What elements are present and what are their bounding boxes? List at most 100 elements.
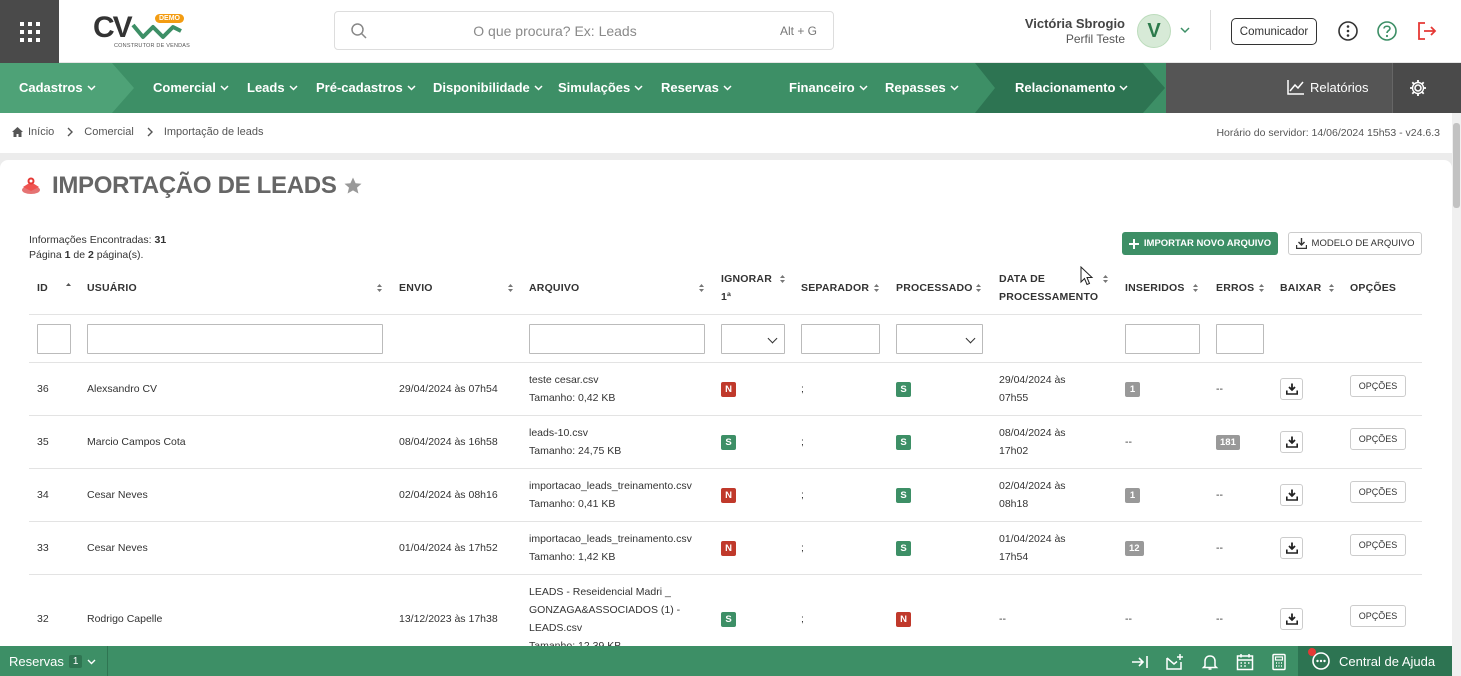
results-info: Informações Encontradas: 31 Página 1 de … <box>29 234 167 261</box>
search-input[interactable] <box>395 20 715 42</box>
breadcrumb-bar: Início Comercial Importação de leads Hor… <box>0 113 1452 153</box>
search-box[interactable]: Alt + G <box>334 11 834 50</box>
filter-arquivo-input[interactable] <box>529 324 705 354</box>
sort-icon[interactable] <box>1258 283 1265 293</box>
comunicador-button[interactable]: Comunicador <box>1231 18 1317 45</box>
filter-processado-select[interactable] <box>896 324 983 354</box>
filter-ignorar-select[interactable] <box>721 324 785 354</box>
col-header-inseridos[interactable]: INSERIDOS <box>1125 279 1185 297</box>
nav-disponibilidade[interactable]: Disponibilidade <box>433 63 543 113</box>
chevron-down-icon[interactable] <box>1180 25 1190 35</box>
star-icon[interactable] <box>343 176 363 196</box>
options-button[interactable]: OPÇÕES <box>1350 428 1406 450</box>
chevron-right-icon <box>67 127 74 137</box>
nav-leads[interactable]: Leads <box>247 63 298 113</box>
chevron-down-icon <box>950 85 959 91</box>
logout-icon[interactable] <box>1416 20 1438 42</box>
breadcrumb-current: Importação de leads <box>163 126 264 138</box>
nav-relatorios[interactable]: Relatórios <box>1287 63 1369 113</box>
help-center-button[interactable]: Central de Ajuda <box>1298 646 1452 676</box>
calculator-icon[interactable] <box>1270 653 1288 671</box>
filter-erros-input[interactable] <box>1216 324 1264 354</box>
chevron-down-icon <box>1119 85 1128 91</box>
sort-icon[interactable] <box>376 283 383 293</box>
import-file-button[interactable]: IMPORTAR NOVO ARQUIVO <box>1122 232 1278 255</box>
download-button[interactable] <box>1280 378 1303 400</box>
breadcrumb-home[interactable]: Início <box>28 126 54 138</box>
nav-pre-cadastros[interactable]: Pré-cadastros <box>316 63 416 113</box>
header-divider <box>1210 10 1211 50</box>
cell-separador: ; <box>801 489 804 501</box>
download-button[interactable] <box>1280 484 1303 506</box>
options-button[interactable]: OPÇÕES <box>1350 605 1406 627</box>
options-button[interactable]: OPÇÕES <box>1350 481 1406 503</box>
download-button[interactable] <box>1280 431 1303 453</box>
sort-icon[interactable] <box>873 283 880 293</box>
breadcrumb-section[interactable]: Comercial <box>84 126 134 138</box>
sort-icon[interactable] <box>507 283 514 293</box>
sort-icon[interactable] <box>1192 283 1199 293</box>
badge-inseridos: 1 <box>1125 488 1140 503</box>
col-header-processado[interactable]: PROCESSADO <box>896 279 973 297</box>
help-icon[interactable] <box>1376 20 1398 42</box>
options-button[interactable]: OPÇÕES <box>1350 375 1406 397</box>
sort-icon[interactable] <box>1328 283 1335 293</box>
nav-repasses[interactable]: Repasses <box>885 63 959 113</box>
cell-usuario: Cesar Neves <box>87 542 148 554</box>
nav-relacionamento[interactable]: Relacionamento <box>1015 63 1128 113</box>
logo-text: CV <box>93 11 133 44</box>
file-model-button[interactable]: MODELO DE ARQUIVO <box>1288 232 1422 255</box>
col-header-ignorar[interactable]: IGNORAR 1ª <box>721 270 772 306</box>
apps-grid-button[interactable] <box>0 0 59 63</box>
download-button[interactable] <box>1280 608 1303 630</box>
cell-data-hora: 17h54 <box>999 551 1029 563</box>
gear-icon[interactable] <box>1409 79 1427 97</box>
download-button[interactable] <box>1280 537 1303 559</box>
cell-data-hora: 17h02 <box>999 445 1029 457</box>
nav-cadastros[interactable]: Cadastros <box>19 63 96 113</box>
footer-reservas[interactable]: Reservas 1 <box>0 646 108 676</box>
cell-usuario: Cesar Neves <box>87 489 148 501</box>
logo[interactable]: CV DEMO CONSTRUTOR DE VENDAS <box>93 11 190 51</box>
cell-separador: ; <box>801 613 804 625</box>
badge-ignorar: N <box>721 382 736 397</box>
filter-inseridos-input[interactable] <box>1125 324 1200 354</box>
more-options-icon[interactable] <box>1337 20 1359 42</box>
col-header-arquivo[interactable]: ARQUIVO <box>529 279 579 297</box>
col-header-erros[interactable]: ERROS <box>1216 279 1254 297</box>
collapse-right-icon[interactable] <box>1131 653 1149 671</box>
scrollbar[interactable] <box>1452 113 1461 676</box>
options-button[interactable]: OPÇÕES <box>1350 534 1406 556</box>
sort-icon[interactable] <box>698 283 705 293</box>
col-header-envio[interactable]: ENVIO <box>399 279 433 297</box>
sort-icon[interactable] <box>975 283 982 293</box>
nav-financeiro[interactable]: Financeiro <box>789 63 868 113</box>
col-header-id[interactable]: ID <box>37 279 48 297</box>
avatar[interactable]: V <box>1137 14 1171 48</box>
home-icon[interactable] <box>11 126 24 138</box>
filter-id-input[interactable] <box>37 324 71 354</box>
cell-envio: 29/04/2024 às 07h54 <box>399 383 498 395</box>
mail-add-icon[interactable] <box>1166 653 1184 671</box>
filter-separador-input[interactable] <box>801 324 880 354</box>
cell-arquivo: importacao_leads_treinamento.csv <box>529 480 692 492</box>
col-header-usuario[interactable]: USUÁRIO <box>87 279 137 297</box>
bell-icon[interactable] <box>1201 653 1219 671</box>
col-header-opcoes: OPÇÕES <box>1350 282 1397 294</box>
cell-data: 08/04/2024 às <box>999 427 1066 439</box>
sort-icon[interactable] <box>779 274 786 284</box>
nav-reservas[interactable]: Reservas <box>661 63 732 113</box>
download-icon <box>1285 542 1298 554</box>
filter-usuario-input[interactable] <box>87 324 383 354</box>
calendar-icon[interactable] <box>1236 653 1254 671</box>
nav-comercial[interactable]: Comercial <box>153 63 229 113</box>
col-header-separador[interactable]: SEPARADOR <box>801 279 869 297</box>
sort-asc-icon[interactable] <box>65 282 72 292</box>
download-icon <box>1285 613 1298 625</box>
logo-wave-icon <box>131 23 182 39</box>
cell-tamanho: Tamanho: 1,42 KB <box>529 551 616 563</box>
col-header-baixar[interactable]: BAIXAR <box>1280 279 1321 297</box>
scrollbar-thumb[interactable] <box>1453 123 1460 208</box>
sort-icon[interactable] <box>1102 274 1109 284</box>
nav-simulacoes[interactable]: Simulações <box>558 63 643 113</box>
